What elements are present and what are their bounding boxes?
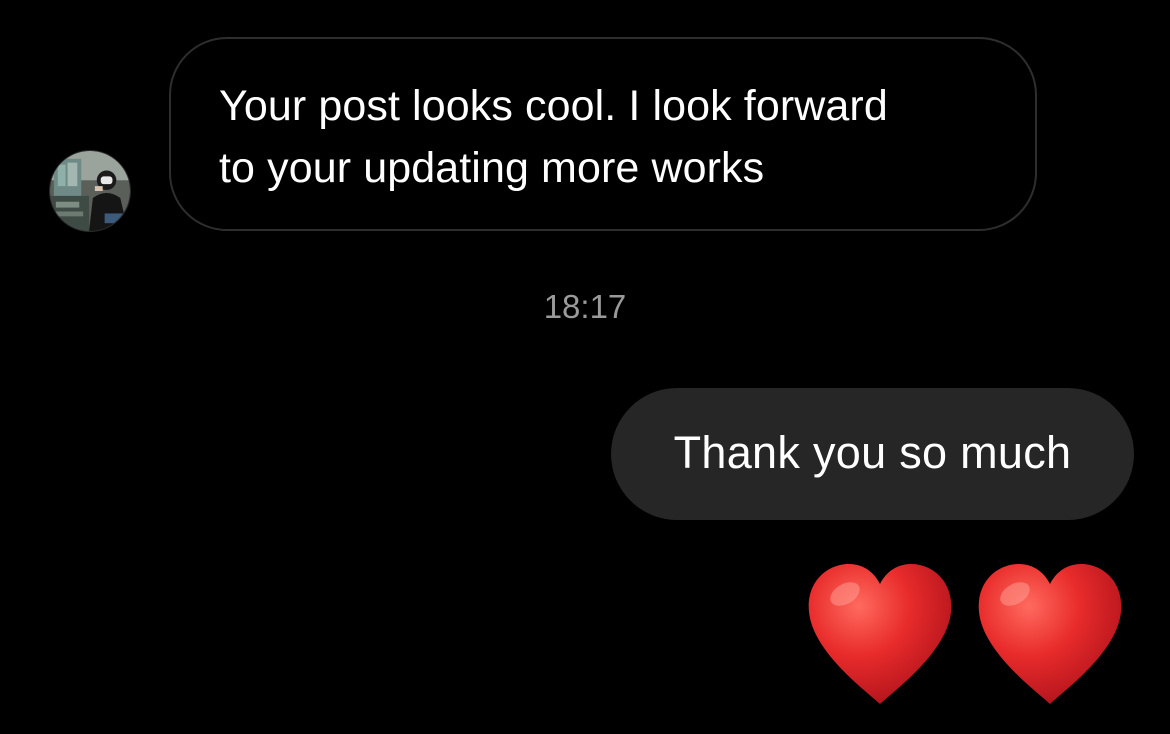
red-heart-icon xyxy=(805,560,955,708)
sent-message-bubble[interactable]: Thank you so much xyxy=(611,388,1134,520)
avatar-photo xyxy=(50,151,130,231)
sender-avatar[interactable] xyxy=(49,150,131,232)
message-timestamp: 18:17 xyxy=(543,288,627,325)
received-message-line-2: to your updating more works xyxy=(219,144,765,192)
sent-message-text: Thank you so much xyxy=(673,427,1072,478)
received-message-bubble[interactable]: Your post looks cool. I look forward to … xyxy=(169,37,1037,231)
received-message-line-1: Your post looks cool. I look forward xyxy=(219,82,888,130)
received-message-text: Your post looks cool. I look forward to … xyxy=(219,75,989,199)
red-heart-icon xyxy=(975,560,1125,708)
sent-emoji-message[interactable] xyxy=(805,560,1125,708)
